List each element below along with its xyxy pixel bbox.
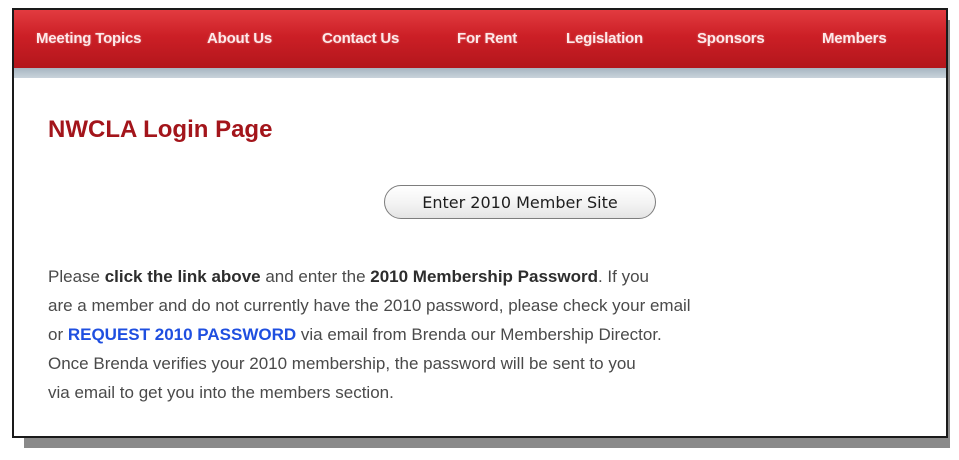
text-fragment: Please — [48, 267, 105, 286]
instructions-paragraph: Please click the link above and enter th… — [48, 262, 928, 407]
nav-item-members[interactable]: Members — [822, 30, 887, 47]
nav-item-about-us[interactable]: About Us — [207, 30, 272, 47]
instructions-line-2: are a member and do not currently have t… — [48, 296, 691, 315]
page-frame: Meeting Topics About Us Contact Us For R… — [12, 8, 948, 438]
nav-item-meeting-topics[interactable]: Meeting Topics — [36, 30, 141, 47]
text-fragment: and enter the — [260, 267, 371, 286]
text-fragment: via email from Brenda our Membership Dir… — [296, 325, 662, 344]
instructions-line-1: Please click the link above and enter th… — [48, 262, 928, 291]
instructions-line-3: or REQUEST 2010 PASSWORD via email from … — [48, 320, 928, 349]
page-title: NWCLA Login Page — [48, 116, 273, 143]
nav-item-sponsors[interactable]: Sponsors — [697, 30, 765, 47]
nav-item-legislation[interactable]: Legislation — [566, 30, 643, 47]
nav-divider-bar — [14, 68, 946, 78]
enter-member-site-button[interactable]: Enter 2010 Member Site — [384, 185, 656, 219]
emphasis-password-name: 2010 Membership Password — [370, 267, 598, 286]
text-fragment: or — [48, 325, 68, 344]
instructions-line-4: Once Brenda verifies your 2010 membershi… — [48, 354, 636, 373]
request-password-link[interactable]: REQUEST 2010 PASSWORD — [68, 325, 296, 344]
nav-item-for-rent[interactable]: For Rent — [457, 30, 517, 47]
emphasis-click-link: click the link above — [104, 267, 261, 286]
top-navigation: Meeting Topics About Us Contact Us For R… — [14, 10, 946, 68]
text-fragment: . If you — [597, 267, 649, 286]
instructions-line-5: via email to get you into the members se… — [48, 383, 394, 402]
nav-item-contact-us[interactable]: Contact Us — [322, 30, 399, 47]
